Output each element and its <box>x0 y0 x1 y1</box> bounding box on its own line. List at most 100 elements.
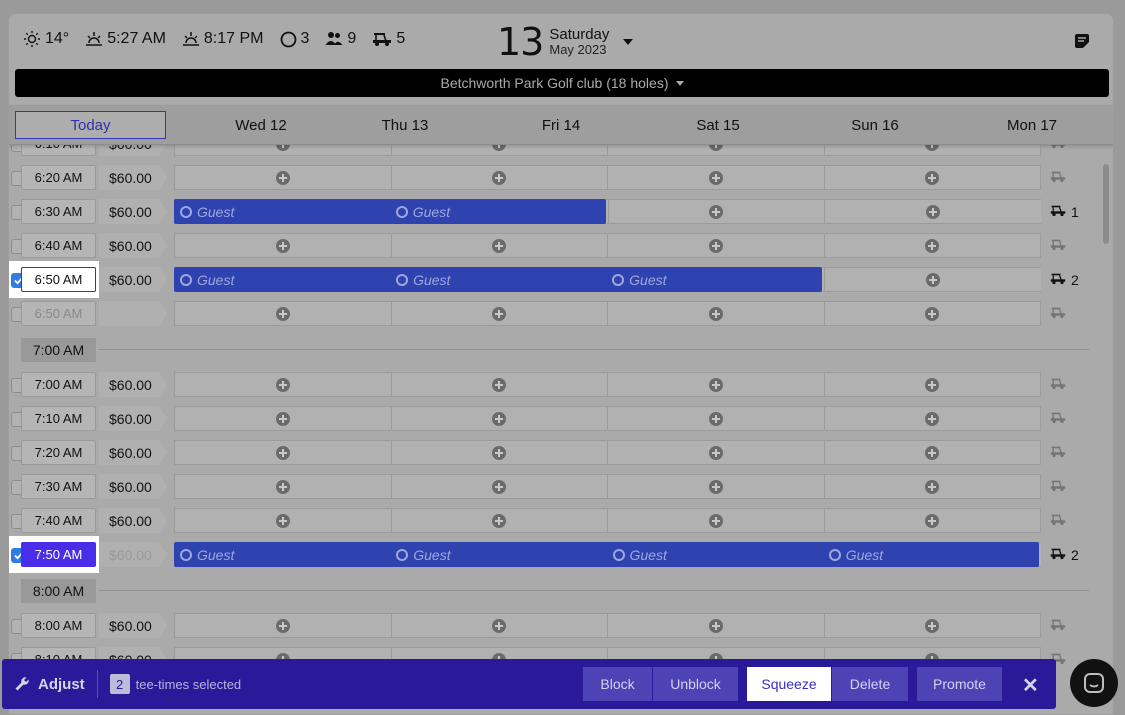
add-player-icon[interactable] <box>708 618 723 633</box>
empty-slot[interactable] <box>174 301 391 326</box>
empty-slot[interactable] <box>390 301 607 326</box>
add-player-icon[interactable] <box>275 445 290 460</box>
add-player-icon[interactable] <box>708 306 723 321</box>
add-player-icon[interactable] <box>925 377 940 392</box>
booking-block[interactable]: Guest Guest Guest <box>174 267 823 292</box>
add-player-icon[interactable] <box>275 411 290 426</box>
empty-slot[interactable] <box>607 613 824 638</box>
empty-slot[interactable] <box>390 165 607 190</box>
unblock-button[interactable]: Unblock <box>653 667 739 701</box>
add-player-icon[interactable] <box>926 272 941 287</box>
add-player-icon[interactable] <box>275 377 290 392</box>
tee-time-button[interactable]: 7:50 AM <box>21 542 96 567</box>
day-tab-wed-12[interactable]: Wed 12 <box>235 117 286 134</box>
empty-slot[interactable] <box>390 613 607 638</box>
add-player-icon[interactable] <box>275 618 290 633</box>
tee-time-button[interactable]: 6:40 AM <box>21 233 96 258</box>
empty-slot[interactable] <box>823 474 1041 499</box>
add-player-icon[interactable] <box>708 170 723 185</box>
tee-time-button[interactable]: 7:00 AM <box>21 372 96 397</box>
add-player-icon[interactable] <box>708 377 723 392</box>
empty-slot[interactable] <box>823 301 1041 326</box>
add-player-icon[interactable] <box>708 411 723 426</box>
day-tab-thu-13[interactable]: Thu 13 <box>382 117 429 134</box>
guest-player[interactable]: Guest <box>390 199 606 224</box>
add-player-icon[interactable] <box>492 445 507 460</box>
empty-slot[interactable] <box>390 233 607 258</box>
add-player-icon[interactable] <box>925 306 940 321</box>
cart-indicator[interactable] <box>1050 513 1066 529</box>
add-player-icon[interactable] <box>708 238 723 253</box>
tee-time-button[interactable]: 6:50 AM <box>21 267 96 292</box>
day-tab-sun-16[interactable]: Sun 16 <box>851 117 899 134</box>
empty-slot[interactable] <box>824 199 1041 224</box>
empty-slot[interactable] <box>823 233 1041 258</box>
squeeze-button[interactable]: Squeeze <box>747 667 832 701</box>
empty-slot[interactable] <box>174 372 391 397</box>
empty-slot[interactable] <box>607 233 824 258</box>
cart-indicator[interactable] <box>1050 479 1066 495</box>
cart-indicator[interactable] <box>1050 238 1066 254</box>
empty-slot[interactable] <box>607 372 824 397</box>
add-player-icon[interactable] <box>925 513 940 528</box>
empty-slot[interactable] <box>174 233 391 258</box>
guest-player[interactable]: Guest <box>606 267 822 292</box>
add-player-icon[interactable] <box>275 238 290 253</box>
add-player-icon[interactable] <box>926 204 941 219</box>
scrollbar-thumb[interactable] <box>1103 164 1109 244</box>
empty-slot[interactable] <box>823 406 1041 431</box>
empty-slot[interactable] <box>390 474 607 499</box>
booking-block[interactable]: Guest Guest Guest Guest <box>174 542 1039 567</box>
block-button[interactable]: Block <box>583 667 653 701</box>
tee-time-button[interactable]: 6:20 AM <box>21 165 96 190</box>
empty-slot[interactable] <box>823 372 1041 397</box>
empty-slot[interactable] <box>607 199 825 224</box>
add-player-icon[interactable] <box>492 238 507 253</box>
cart-indicator[interactable] <box>1050 618 1066 634</box>
tee-time-button[interactable]: 7:40 AM <box>21 508 96 533</box>
tee-time-button[interactable]: 7:30 AM <box>21 474 96 499</box>
empty-slot[interactable] <box>174 406 391 431</box>
add-player-icon[interactable] <box>925 445 940 460</box>
tee-time-button[interactable]: 6:50 AM <box>21 301 96 326</box>
add-player-icon[interactable] <box>925 479 940 494</box>
add-player-icon[interactable] <box>492 411 507 426</box>
empty-slot[interactable] <box>174 474 391 499</box>
empty-slot[interactable] <box>823 440 1041 465</box>
tee-time-button[interactable]: 7:10 AM <box>21 406 96 431</box>
tee-time-button[interactable]: 6:30 AM <box>21 199 96 224</box>
add-player-icon[interactable] <box>275 479 290 494</box>
guest-player[interactable]: Guest <box>390 542 606 567</box>
cart-indicator[interactable]: 1 <box>1050 204 1079 220</box>
day-tab-mon-17[interactable]: Mon 17 <box>1007 117 1057 134</box>
empty-slot[interactable] <box>823 165 1041 190</box>
guest-player[interactable]: Guest <box>174 267 390 292</box>
cart-indicator[interactable] <box>1050 445 1066 461</box>
empty-slot[interactable] <box>174 613 391 638</box>
empty-slot[interactable] <box>390 508 607 533</box>
add-player-icon[interactable] <box>492 306 507 321</box>
cart-indicator[interactable] <box>1050 306 1066 322</box>
cart-indicator[interactable] <box>1050 377 1066 393</box>
cart-indicator[interactable]: 2 <box>1050 272 1079 288</box>
add-player-icon[interactable] <box>708 479 723 494</box>
add-player-icon[interactable] <box>708 513 723 528</box>
close-icon[interactable]: ✕ <box>1022 673 1039 698</box>
guest-player[interactable]: Guest <box>390 267 606 292</box>
today-button[interactable]: Today <box>15 111 166 139</box>
chat-launcher[interactable] <box>1070 659 1118 707</box>
empty-slot[interactable] <box>390 406 607 431</box>
booking-block[interactable]: Guest Guest <box>174 199 606 224</box>
empty-slot[interactable] <box>607 508 824 533</box>
empty-slot[interactable] <box>824 267 1041 292</box>
empty-slot[interactable] <box>607 440 824 465</box>
empty-slot[interactable] <box>174 165 391 190</box>
guest-player[interactable]: Guest <box>823 542 1039 567</box>
add-player-icon[interactable] <box>492 377 507 392</box>
day-tab-fri-14[interactable]: Fri 14 <box>542 117 580 134</box>
add-player-icon[interactable] <box>709 204 724 219</box>
empty-slot[interactable] <box>174 508 391 533</box>
empty-slot[interactable] <box>823 613 1041 638</box>
empty-slot[interactable] <box>174 440 391 465</box>
cart-indicator[interactable] <box>1050 411 1066 427</box>
